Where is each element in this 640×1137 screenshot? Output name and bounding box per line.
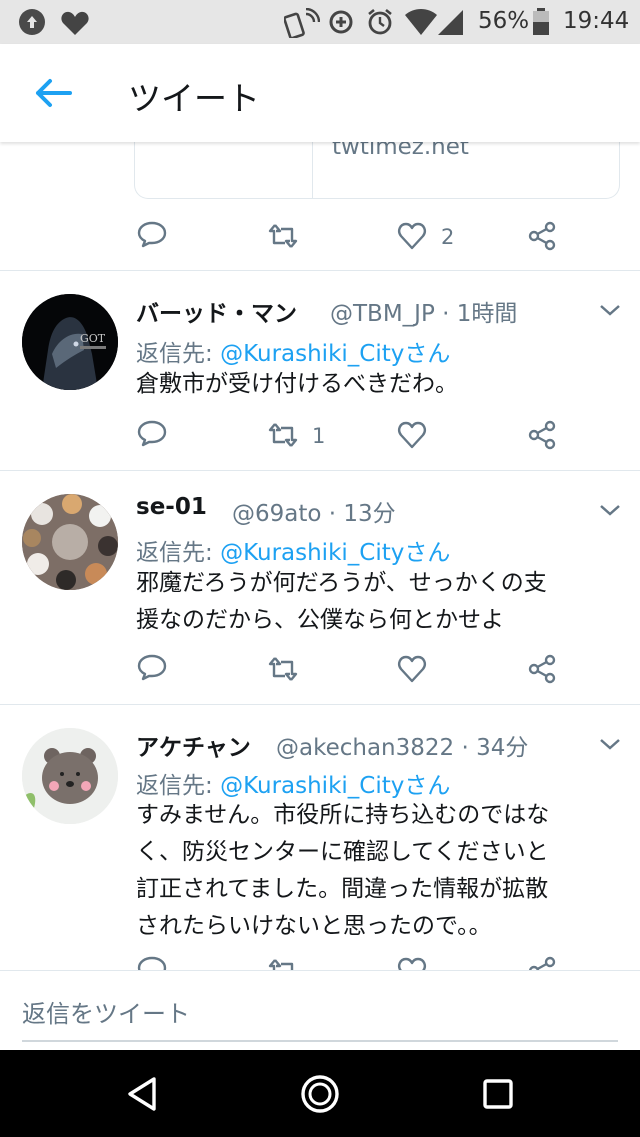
like-icon[interactable] [397,420,427,450]
author-handle-time[interactable]: @69ato · 13分 [232,494,396,528]
tweet-text: すみません。市役所に持ち込むのではな く、防災センターに確認してくださいと 訂正… [136,797,549,945]
divider [0,270,640,271]
reply-to-mention[interactable]: @Kurashiki_Cityさん [220,773,450,799]
heart-notification-icon [61,11,89,36]
nfc-icon [284,8,320,38]
system-navigation-bar [0,1050,640,1137]
retweet-count: 1 [312,424,326,448]
clock: 19:44 [563,8,630,34]
status-bar: 56% 19:44 [0,0,640,44]
tweet-text: 邪魔だろうが何だろうが、せっかくの支 援なのだから、公僕なら何とかせよ [136,565,547,639]
reply-to-label: 返信先: [136,540,213,566]
avatar-logo-text: GOT [80,332,106,345]
reply-to: 返信先: @Kurashiki_Cityさん [136,533,450,567]
retweet-icon[interactable] [268,420,298,450]
chevron-down-icon[interactable] [598,736,622,752]
share-icon[interactable] [527,221,557,251]
back-arrow-icon[interactable] [34,78,72,108]
battery-icon [533,8,549,35]
avatar[interactable]: GOT [22,294,118,390]
upload-notification-icon [19,9,45,35]
back-nav-icon[interactable] [126,1076,158,1112]
chevron-down-icon[interactable] [598,502,622,518]
tweet-text-line: 援なのだから、公僕なら何とかせよ [136,607,504,633]
home-nav-icon[interactable] [300,1074,340,1114]
avatar[interactable] [22,728,118,824]
like-icon[interactable] [397,654,427,684]
reply-to-mention[interactable]: @Kurashiki_Cityさん [220,540,450,566]
divider [0,470,640,471]
battery-percentage: 56% [478,8,530,34]
author-name[interactable]: se-01 [136,494,207,520]
chevron-down-icon[interactable] [598,302,622,318]
tweet-text: 倉敷市が受け付けるべきだわ。 [136,366,458,403]
alarm-icon [368,8,392,35]
wifi-icon [405,9,437,35]
reply-to-mention[interactable]: @Kurashiki_Cityさん [220,341,450,367]
reply-input[interactable]: 返信をツイート [22,994,190,1029]
data-saver-icon [329,10,353,34]
reply-to: 返信先: @Kurashiki_Cityさん [136,766,450,800]
share-icon[interactable] [527,654,557,684]
reply-to: 返信先: @Kurashiki_Cityさん [136,334,450,368]
tweet-text-line: されたらいけないと思ったので。。 [136,913,492,939]
avatar[interactable] [22,494,118,590]
divider [0,704,640,705]
reply-icon[interactable] [137,654,167,684]
app-bar: ツイート [0,44,640,142]
page-title: ツイート [128,79,260,118]
like-count: 2 [441,225,455,249]
signal-icon [438,10,463,35]
tweet-text-line: すみません。市役所に持ち込むのではな [136,802,550,828]
tweet-text-line: 倉敷市が受け付けるべきだわ。 [136,371,458,397]
author-handle-time[interactable]: @TBM_JP · 1時間 [330,294,517,328]
tweet-text-line: 邪魔だろうが何だろうが、せっかくの支 [136,570,547,596]
reply-to-label: 返信先: [136,341,213,367]
reply-icon[interactable] [137,420,167,450]
recents-nav-icon[interactable] [482,1078,514,1110]
tweet-text-line: 訂正されてました。間違った情報が拡散 [136,876,549,902]
like-icon[interactable] [397,221,427,251]
author-name[interactable]: アケチャン [136,728,251,762]
tweet-text-line: く、防災センターに確認してくださいと [136,839,549,865]
retweet-icon[interactable] [268,654,298,684]
input-underline [22,1040,618,1042]
retweet-icon[interactable] [268,221,298,251]
reply-icon[interactable] [137,221,167,251]
reply-to-label: 返信先: [136,773,213,799]
author-name[interactable]: バーッド・マン [136,294,297,328]
author-handle-time[interactable]: @akechan3822 · 34分 [276,728,528,762]
share-icon[interactable] [527,420,557,450]
